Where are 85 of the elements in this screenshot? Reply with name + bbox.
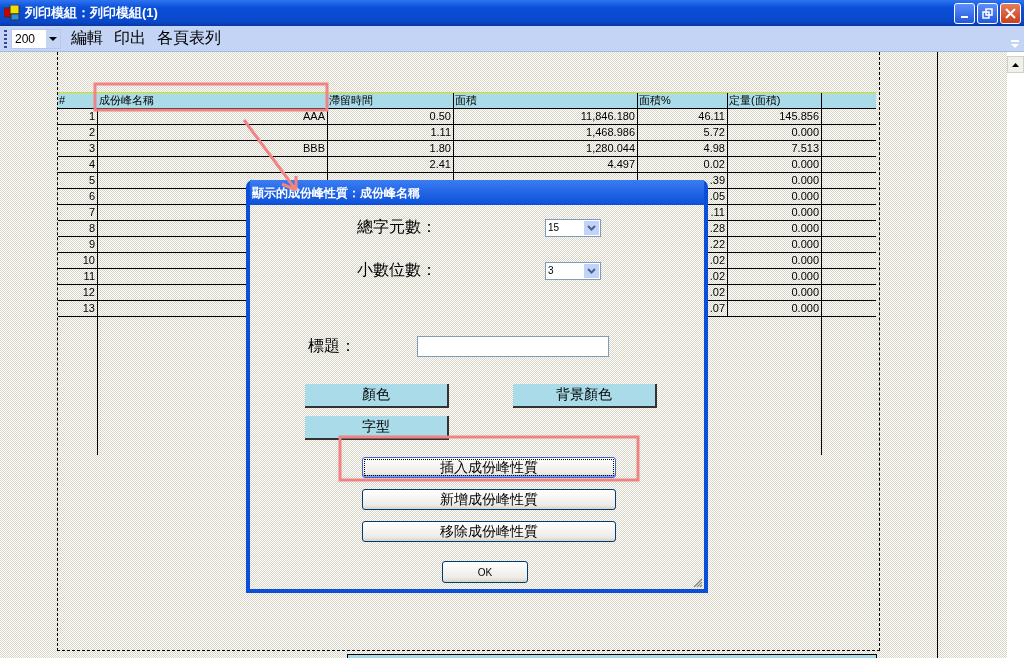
table-cell: .28 (709, 222, 725, 234)
table-cell: .11 (710, 206, 725, 218)
menu-item[interactable]: 編輯 (71, 28, 103, 49)
table-cell: .07 (709, 302, 725, 314)
row-number: 12 (82, 286, 95, 298)
field-label: 總字元數： (357, 217, 438, 237)
scrollbar[interactable] (1007, 52, 1024, 658)
table-cell: 0.50 (429, 110, 451, 122)
table-cell: 0.000 (791, 286, 819, 298)
table-cell: 0.000 (791, 238, 819, 250)
table-cell: 11,846.180 (580, 110, 635, 122)
chevron-icon (587, 224, 596, 231)
table-cell: 4.497 (607, 158, 635, 170)
table-cell: AAA (303, 110, 325, 122)
table-cell: .22 (709, 238, 725, 250)
table-cell: 145.856 (779, 110, 819, 122)
row-number: 3 (88, 142, 95, 154)
row-number: 2 (88, 126, 95, 138)
table-cell: 4.98 (703, 142, 725, 154)
ok-button[interactable]: OK (442, 561, 528, 583)
caret-icon (49, 36, 57, 41)
up-arrow-icon[interactable] (1012, 62, 1019, 67)
dropdown-field[interactable]: 3 (545, 261, 601, 280)
row-number: 9 (88, 238, 95, 250)
table-cell: 1.80 (429, 142, 451, 154)
menu-item[interactable]: 印出 (114, 28, 146, 49)
column-header[interactable]: 面積% (638, 93, 728, 108)
style-button[interactable]: 背景顏色 (513, 384, 657, 408)
chevron-icon (587, 267, 596, 274)
window-title: 列印模組：列印模組(1) (25, 4, 159, 22)
table-cell: 1,280.044 (586, 142, 635, 154)
column-header[interactable]: 滯留時間 (328, 93, 454, 108)
table-cell: 0.000 (791, 206, 819, 218)
table-cell: 0.000 (791, 222, 819, 234)
restore-icon (982, 7, 993, 19)
table-cell: 0.000 (791, 174, 819, 186)
table-cell: 0.000 (791, 190, 819, 202)
minimize-button[interactable] (954, 2, 975, 24)
table-cell: .39 (709, 174, 725, 186)
action-button[interactable]: 插入成份峰性質 (362, 457, 616, 478)
zoom-dropdown[interactable]: 200 (11, 28, 61, 49)
minimize-icon (961, 16, 968, 18)
table-cell: 5.72 (703, 126, 725, 138)
resize-grip-icon[interactable] (692, 577, 703, 588)
table-cell: 2.41 (429, 158, 451, 170)
table-cell: 1,468.986 (586, 126, 635, 138)
table-cell: 0.000 (791, 254, 819, 266)
table-cell: .02 (709, 254, 725, 266)
close-button[interactable] (1000, 2, 1021, 24)
table-cell: .05 (709, 190, 725, 202)
app-icon (4, 5, 20, 21)
style-button[interactable]: 顏色 (305, 384, 449, 408)
table-cell: .02 (709, 270, 725, 282)
row-number: 7 (88, 206, 95, 218)
action-button[interactable]: 移除成份峰性質 (362, 521, 616, 542)
row-number: 1 (88, 110, 95, 122)
table-cell: 0.000 (791, 158, 819, 170)
table-cell: 46.11 (698, 110, 725, 122)
table-cell: 0.000 (791, 270, 819, 282)
row-number: 11 (83, 270, 95, 282)
row-number: 6 (88, 190, 95, 202)
row-number: 10 (82, 254, 95, 266)
column-header[interactable]: 面積 (454, 93, 638, 108)
row-number: 13 (82, 302, 95, 314)
table-cell: 0.000 (791, 302, 819, 314)
title-field[interactable] (417, 336, 609, 357)
column-header[interactable]: 定量(面積) (728, 93, 822, 108)
table-cell: 7.513 (791, 142, 819, 154)
field-label: 小數位數： (357, 260, 438, 280)
table-cell: BBB (303, 142, 325, 154)
column-header[interactable]: # (58, 93, 98, 108)
table-cell: .02 (709, 286, 725, 298)
table-cell: 0.000 (791, 126, 819, 138)
action-button[interactable]: 新增成份峰性質 (362, 489, 616, 510)
row-number: 4 (88, 158, 95, 170)
row-number: 8 (88, 222, 95, 234)
field-label: 標題： (308, 336, 357, 356)
restore-button[interactable] (977, 2, 998, 24)
table-cell: 1.11 (430, 126, 451, 138)
menu-item[interactable]: 各頁表列 (157, 28, 221, 49)
column-header[interactable]: 成份峰名稱 (98, 93, 328, 108)
table-cell: 0.02 (703, 158, 725, 170)
dropdown-field[interactable]: 15 (545, 218, 601, 237)
close-icon (1005, 7, 1016, 19)
row-number: 5 (88, 174, 95, 186)
